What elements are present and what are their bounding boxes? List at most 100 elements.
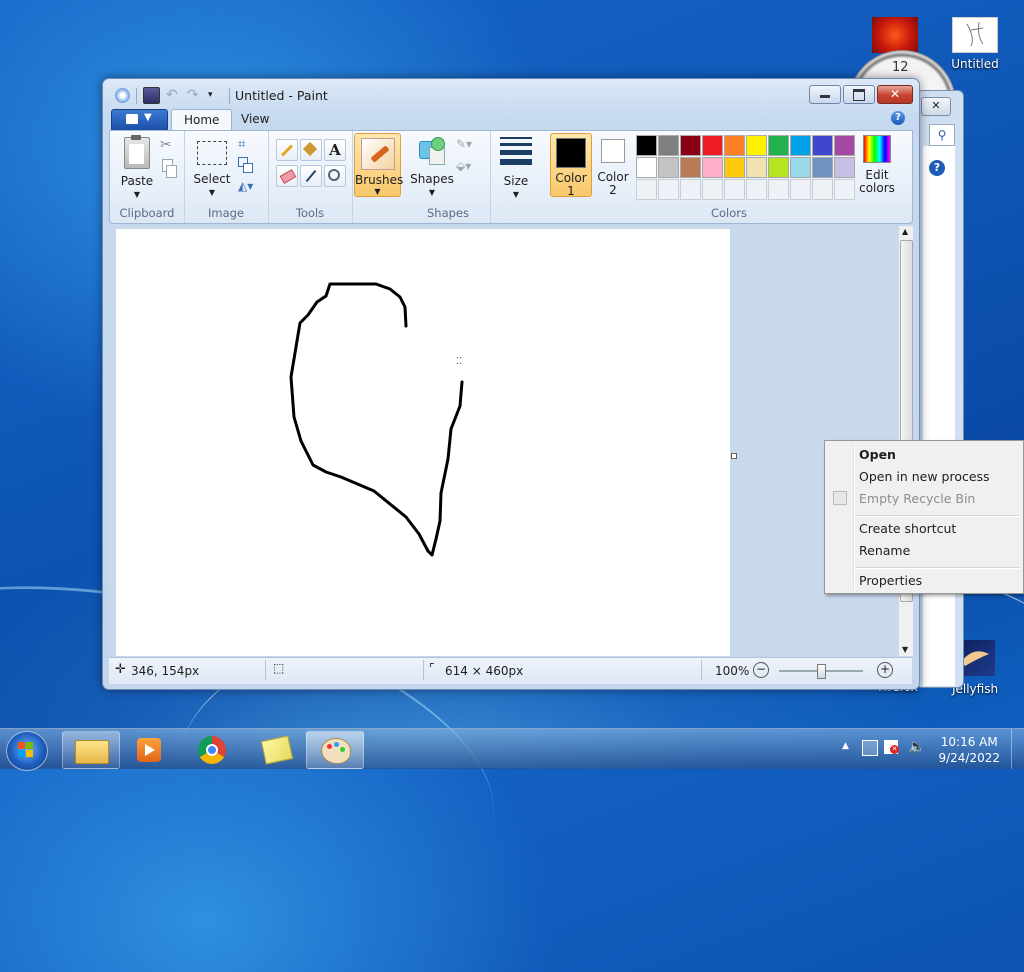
- color1-button[interactable]: Color 1: [550, 133, 592, 198]
- eraser-icon[interactable]: [276, 165, 298, 187]
- palette-swatch[interactable]: [812, 135, 833, 156]
- network-icon[interactable]: [862, 740, 878, 756]
- tab-home[interactable]: Home: [171, 109, 233, 131]
- palette-swatch[interactable]: [636, 157, 657, 178]
- palette-swatch-empty[interactable]: [680, 179, 701, 200]
- color-picker-icon[interactable]: [300, 165, 322, 187]
- taskbar-stickynotes[interactable]: [248, 731, 306, 769]
- redo-icon[interactable]: ↷: [187, 88, 202, 103]
- volume-icon[interactable]: 🔈: [908, 739, 925, 755]
- tray-clock[interactable]: 10:16 AM 9/24/2022: [938, 734, 1000, 766]
- save-icon[interactable]: [143, 87, 160, 104]
- select-button[interactable]: Select ▼: [190, 135, 234, 199]
- scroll-up-icon[interactable]: ▲: [902, 227, 908, 236]
- rotate-icon[interactable]: ◭▾: [238, 179, 254, 195]
- copy-icon[interactable]: [162, 159, 178, 178]
- select-label: Select: [193, 172, 231, 186]
- menu-item-open-new-process[interactable]: Open in new process: [859, 469, 990, 484]
- paint-window[interactable]: ↶ ↷ ▾ Untitled - Paint ✕ ▼ Home View ? P…: [102, 78, 920, 690]
- close-button[interactable]: ✕: [877, 85, 913, 104]
- taskbar-paint[interactable]: [306, 731, 364, 769]
- zoom-slider-thumb[interactable]: [817, 664, 826, 679]
- palette-swatch[interactable]: [768, 157, 789, 178]
- menu-item-rename[interactable]: Rename: [859, 543, 910, 558]
- action-center-icon[interactable]: ✕: [884, 740, 899, 754]
- size-button[interactable]: Size ▼: [498, 135, 534, 201]
- taskbar-chrome[interactable]: [184, 731, 242, 769]
- window-title: Untitled - Paint: [235, 88, 328, 103]
- paste-button[interactable]: Paste ▼: [116, 135, 158, 201]
- color2-button[interactable]: Color 2: [594, 133, 632, 197]
- palette-swatch[interactable]: [680, 157, 701, 178]
- menu-item-properties[interactable]: Properties: [859, 573, 922, 588]
- palette-swatch[interactable]: [680, 135, 701, 156]
- outline-icon[interactable]: ✎▾: [456, 137, 472, 153]
- palette-swatch[interactable]: [746, 135, 767, 156]
- zoom-slider[interactable]: [779, 664, 863, 679]
- menu-item-open[interactable]: Open: [859, 447, 896, 462]
- palette-swatch-empty[interactable]: [812, 179, 833, 200]
- palette-swatch-empty[interactable]: [746, 179, 767, 200]
- start-button[interactable]: [6, 731, 48, 771]
- resize-icon[interactable]: [238, 157, 254, 173]
- undo-icon[interactable]: ↶: [166, 88, 181, 103]
- palette-swatch[interactable]: [702, 157, 723, 178]
- zoom-out-icon[interactable]: −: [753, 662, 769, 678]
- desktop-icon-redflower[interactable]: [872, 17, 920, 53]
- palette-swatch[interactable]: [768, 135, 789, 156]
- background-window[interactable]: ✕ ⚲ ?: [916, 90, 964, 688]
- palette-swatch-empty[interactable]: [724, 179, 745, 200]
- palette-swatch[interactable]: [724, 135, 745, 156]
- palette-swatch[interactable]: [746, 157, 767, 178]
- fill-icon[interactable]: [300, 139, 322, 161]
- tab-view[interactable]: View: [229, 109, 281, 129]
- scroll-down-icon[interactable]: ▼: [902, 645, 908, 654]
- help-icon[interactable]: ?: [891, 111, 905, 125]
- brushes-button[interactable]: Brushes ▼: [354, 133, 403, 197]
- palette-swatch-empty[interactable]: [636, 179, 657, 200]
- palette-swatch[interactable]: [790, 135, 811, 156]
- palette-swatch[interactable]: [724, 157, 745, 178]
- zoom-in-icon[interactable]: +: [877, 662, 893, 678]
- palette-swatch[interactable]: [658, 135, 679, 156]
- fill-style-icon[interactable]: ⬙▾: [456, 159, 472, 175]
- taskbar-media-player[interactable]: [120, 731, 178, 769]
- taskbar-explorer[interactable]: [62, 731, 120, 769]
- bg-help-icon[interactable]: ?: [929, 160, 945, 176]
- title-bar[interactable]: ↶ ↷ ▾ Untitled - Paint ✕: [103, 79, 919, 109]
- cut-icon[interactable]: ✂: [160, 137, 176, 153]
- paint-menu-button[interactable]: ▼: [111, 109, 168, 131]
- edit-colors-button[interactable]: Edit colors: [854, 133, 900, 195]
- zoom-level: 100%: [715, 664, 750, 678]
- drawing-canvas[interactable]: ⁚⁚: [116, 229, 730, 656]
- palette-swatch[interactable]: [702, 135, 723, 156]
- show-desktop-button[interactable]: [1011, 729, 1024, 769]
- desktop-icon-untitled[interactable]: Untitled: [944, 17, 1006, 71]
- bg-close-button[interactable]: ✕: [921, 97, 951, 116]
- canvas-resize-handle[interactable]: [731, 453, 737, 459]
- menu-item-create-shortcut[interactable]: Create shortcut: [859, 521, 956, 536]
- palette-swatch-empty[interactable]: [702, 179, 723, 200]
- palette-swatch[interactable]: [658, 157, 679, 178]
- palette-swatch[interactable]: [812, 157, 833, 178]
- magnifier-icon[interactable]: [324, 165, 346, 187]
- text-icon[interactable]: A: [324, 139, 346, 161]
- paint-app-icon[interactable]: [115, 88, 130, 103]
- shapes-button[interactable]: Shapes ▼: [410, 135, 454, 199]
- customize-qat-icon[interactable]: ▾: [208, 88, 223, 103]
- palette-swatch[interactable]: [790, 157, 811, 178]
- palette-swatch[interactable]: [834, 157, 855, 178]
- palette-swatch[interactable]: [636, 135, 657, 156]
- restore-button[interactable]: [843, 85, 875, 104]
- palette-swatch[interactable]: [834, 135, 855, 156]
- show-hidden-icons[interactable]: ▲: [842, 741, 849, 751]
- pencil-icon[interactable]: [276, 139, 298, 161]
- menu-item-empty-recycle-bin[interactable]: Empty Recycle Bin: [859, 491, 975, 506]
- palette-swatch-empty[interactable]: [658, 179, 679, 200]
- palette-swatch-empty[interactable]: [834, 179, 855, 200]
- crop-icon[interactable]: ⌗: [238, 137, 254, 153]
- bg-search-icon[interactable]: ⚲: [929, 124, 955, 146]
- palette-swatch-empty[interactable]: [768, 179, 789, 200]
- palette-swatch-empty[interactable]: [790, 179, 811, 200]
- minimize-button[interactable]: [809, 85, 841, 104]
